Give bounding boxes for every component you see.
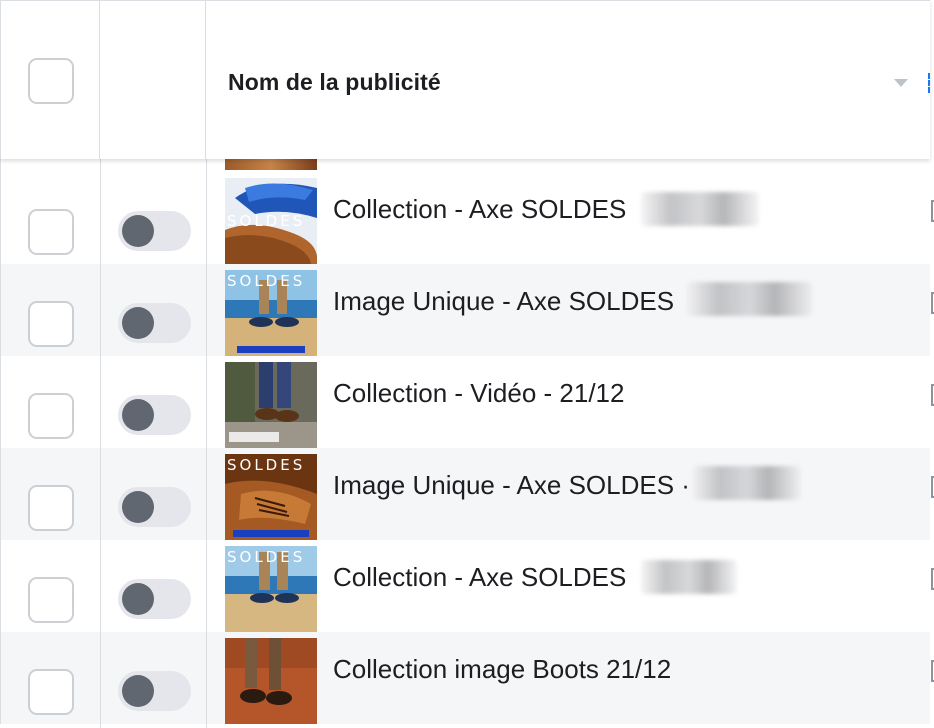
toggle-knob [122,215,154,247]
ads-table: Nom de la publicité SOLDES Collection - … [0,0,934,728]
svg-text:SOLDES: SOLDES [227,212,305,230]
row-checkbox[interactable] [28,393,74,439]
ad-status-toggle[interactable] [118,211,191,251]
table-row[interactable]: SOLDES Collection - Axe SOLDES [0,172,934,264]
ad-status-toggle[interactable] [118,487,191,527]
toggle-knob [122,675,154,707]
ad-thumbnail[interactable]: SOLDES [225,178,317,264]
header-select-column [0,1,100,159]
ad-name-link[interactable]: Collection - Axe SOLDES [333,194,626,225]
ad-status-toggle[interactable] [118,579,191,619]
ad-name-link[interactable]: Collection - Axe SOLDES [333,562,626,593]
svg-text:SOLDES: SOLDES [227,456,305,474]
ad-status-toggle[interactable] [118,303,191,343]
toggle-knob [122,399,154,431]
table-row[interactable]: Collection image Boots 21/12 [0,632,934,724]
header-name-column[interactable]: Nom de la publicité [206,1,930,159]
toggle-knob [122,307,154,339]
svg-text:SOLDES: SOLDES [227,272,305,290]
column-resize-handle[interactable] [928,73,934,93]
table-body: SOLDES Collection - Axe SOLDES SOLDES Im… [0,158,934,724]
jeans-thumbnail-image [225,362,317,448]
ad-thumbnail[interactable] [225,638,317,724]
toggle-knob [122,491,154,523]
shoe-thumbnail-image: SOLDES [225,178,317,264]
redacted-text [641,560,737,594]
ad-thumbnail[interactable]: SOLDES [225,270,317,356]
header-toggle-column [100,1,206,159]
ad-name-link[interactable]: Collection - Vidéo - 21/12 [333,378,624,409]
table-row[interactable]: SOLDES Image Unique - Axe SOLDES [0,264,934,356]
beach-thumbnail-image: SOLDES [225,546,317,632]
row-checkbox[interactable] [28,669,74,715]
ad-name-link[interactable]: Collection image Boots 21/12 [333,654,671,685]
leather-shoe-thumbnail-image: SOLDES [225,454,317,540]
column-title: Nom de la publicité [228,69,441,95]
boots-thumbnail-image [225,638,317,724]
table-row-partial [0,158,930,172]
row-checkbox[interactable] [28,577,74,623]
svg-text:SOLDES: SOLDES [227,548,305,566]
ad-thumbnail[interactable]: SOLDES [225,546,317,632]
redacted-text [687,282,813,316]
ad-status-toggle[interactable] [118,395,191,435]
select-all-checkbox[interactable] [28,58,74,104]
ad-name-link[interactable]: Image Unique - Axe SOLDES [333,286,674,317]
ad-name-link[interactable]: Image Unique - Axe SOLDES · [333,470,690,501]
row-checkbox[interactable] [28,485,74,531]
table-header: Nom de la publicité [0,0,930,159]
ad-thumbnail[interactable]: SOLDES [225,454,317,540]
sort-caret-icon[interactable] [894,79,908,87]
row-checkbox[interactable] [28,301,74,347]
table-row[interactable]: SOLDES Image Unique - Axe SOLDES · [0,448,934,540]
ad-thumbnail-partial [225,158,317,170]
ad-thumbnail[interactable] [225,362,317,448]
ad-status-toggle[interactable] [118,671,191,711]
table-row[interactable]: Collection - Vidéo - 21/12 [0,356,934,448]
redacted-text [693,466,801,500]
beach-thumbnail-image: SOLDES [225,270,317,356]
redacted-text [641,192,759,226]
toggle-knob [122,583,154,615]
row-checkbox[interactable] [28,209,74,255]
table-row[interactable]: SOLDES Collection - Axe SOLDES [0,540,934,632]
